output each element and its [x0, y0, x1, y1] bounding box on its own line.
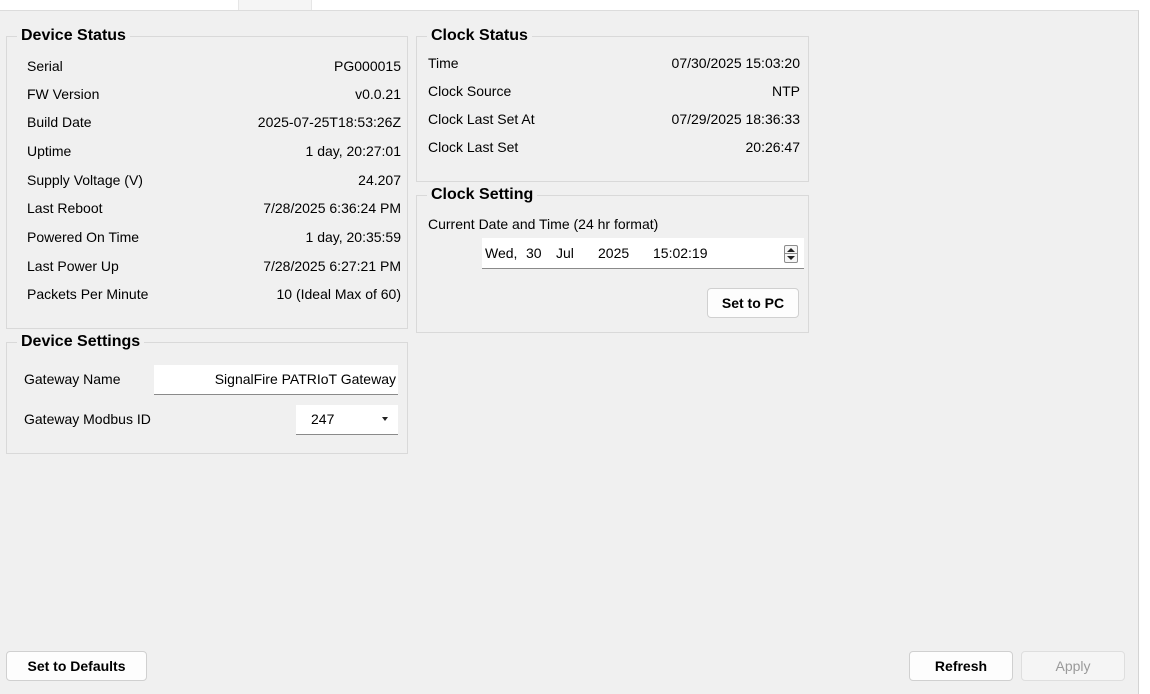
- clock-value: NTP: [772, 83, 800, 99]
- clock-label: Clock Last Set: [428, 139, 519, 155]
- modbus-id-label: Gateway Modbus ID: [24, 411, 151, 427]
- status-value: 24.207: [358, 172, 401, 188]
- status-value: 2025-07-25T18:53:26Z: [257, 114, 401, 130]
- datetime-weekday[interactable]: Wed,: [485, 238, 517, 268]
- status-value: 1 day, 20:27:01: [305, 143, 401, 159]
- modbus-id-row: Gateway Modbus ID: [24, 405, 224, 433]
- device-status-title: Device Status: [17, 26, 130, 46]
- status-label: Supply Voltage (V): [27, 172, 143, 188]
- datetime-picker[interactable]: Wed, 30 Jul 2025 15:02:19: [482, 238, 804, 269]
- status-row-fw-version: FW Version v0.0.21: [27, 80, 401, 108]
- clock-setting-title: Clock Setting: [427, 185, 538, 205]
- chevron-down-icon: [382, 417, 388, 421]
- spin-divider: [785, 253, 797, 254]
- status-label: Packets Per Minute: [27, 286, 149, 302]
- clock-value: 07/30/2025 15:03:20: [671, 55, 800, 71]
- status-row-serial: Serial PG000015: [27, 52, 401, 80]
- status-label: Uptime: [27, 143, 72, 159]
- clock-label: Clock Last Set At: [428, 111, 535, 127]
- status-row-last-reboot: Last Reboot 7/28/2025 6:36:24 PM: [27, 194, 401, 222]
- clock-row-last-set: Clock Last Set 20:26:47: [428, 133, 800, 161]
- gateway-name-label: Gateway Name: [24, 371, 121, 387]
- clock-value: 20:26:47: [745, 139, 801, 155]
- status-row-build-date: Build Date 2025-07-25T18:53:26Z: [27, 108, 401, 136]
- set-to-defaults-button[interactable]: Set to Defaults: [6, 651, 147, 681]
- status-label: Last Reboot: [27, 200, 103, 216]
- clock-status-title: Clock Status: [427, 26, 532, 46]
- status-row-uptime: Uptime 1 day, 20:27:01: [27, 137, 401, 165]
- modbus-id-select[interactable]: 247: [296, 405, 398, 435]
- device-settings-title: Device Settings: [17, 332, 145, 352]
- status-label: Serial: [27, 58, 63, 74]
- spin-up-arrow-icon[interactable]: [787, 248, 795, 252]
- clock-setting-group: Clock Setting Current Date and Time (24 …: [416, 185, 809, 333]
- clock-setting-caption: Current Date and Time (24 hr format): [428, 216, 659, 232]
- datetime-month[interactable]: Jul: [556, 238, 574, 268]
- modbus-id-value: 247: [311, 411, 335, 427]
- status-row-supply-voltage: Supply Voltage (V) 24.207: [27, 166, 401, 194]
- status-row-powered-on-time: Powered On Time 1 day, 20:35:59: [27, 223, 401, 251]
- clock-label: Clock Source: [428, 83, 512, 99]
- datetime-day[interactable]: 30: [526, 238, 542, 268]
- settings-panel: Device Status Serial PG000015 FW Version…: [0, 10, 1139, 694]
- status-value: v0.0.21: [355, 86, 401, 102]
- clock-setting-caption-row: Current Date and Time (24 hr format): [428, 210, 798, 238]
- datetime-year[interactable]: 2025: [598, 238, 629, 268]
- status-label: Build Date: [27, 114, 92, 130]
- gateway-name-value: SignalFire PATRIoT Gateway: [214, 371, 396, 387]
- clock-row-last-set-at: Clock Last Set At 07/29/2025 18:36:33: [428, 105, 800, 133]
- clock-row-source: Clock Source NTP: [428, 77, 800, 105]
- datetime-time[interactable]: 15:02:19: [653, 238, 708, 268]
- status-row-packets-per-minute: Packets Per Minute 10 (Ideal Max of 60): [27, 280, 401, 308]
- status-row-last-power-up: Last Power Up 7/28/2025 6:27:21 PM: [27, 252, 401, 280]
- device-status-group: Device Status Serial PG000015 FW Version…: [6, 26, 408, 329]
- clock-value: 07/29/2025 18:36:33: [671, 111, 800, 127]
- clock-row-time: Time 07/30/2025 15:03:20: [428, 49, 800, 77]
- spin-down-arrow-icon[interactable]: [787, 256, 795, 260]
- status-value: 10 (Ideal Max of 60): [276, 286, 401, 302]
- clock-status-group: Clock Status Time 07/30/2025 15:03:20 Cl…: [416, 26, 809, 182]
- up-down-spin-icon[interactable]: [784, 245, 798, 263]
- status-value: 7/28/2025 6:36:24 PM: [263, 200, 401, 216]
- status-label: Powered On Time: [27, 229, 140, 245]
- device-settings-group: Device Settings Gateway Name SignalFire …: [6, 332, 408, 454]
- status-value: 1 day, 20:35:59: [305, 229, 401, 245]
- refresh-button[interactable]: Refresh: [909, 651, 1013, 681]
- status-label: FW Version: [27, 86, 100, 102]
- apply-button[interactable]: Apply: [1021, 651, 1125, 681]
- clock-label: Time: [428, 55, 459, 71]
- status-label: Last Power Up: [27, 258, 119, 274]
- status-value: 7/28/2025 6:27:21 PM: [263, 258, 401, 274]
- gateway-name-field[interactable]: SignalFire PATRIoT Gateway: [154, 365, 398, 395]
- set-to-pc-button[interactable]: Set to PC: [707, 288, 799, 318]
- status-value: PG000015: [334, 58, 401, 74]
